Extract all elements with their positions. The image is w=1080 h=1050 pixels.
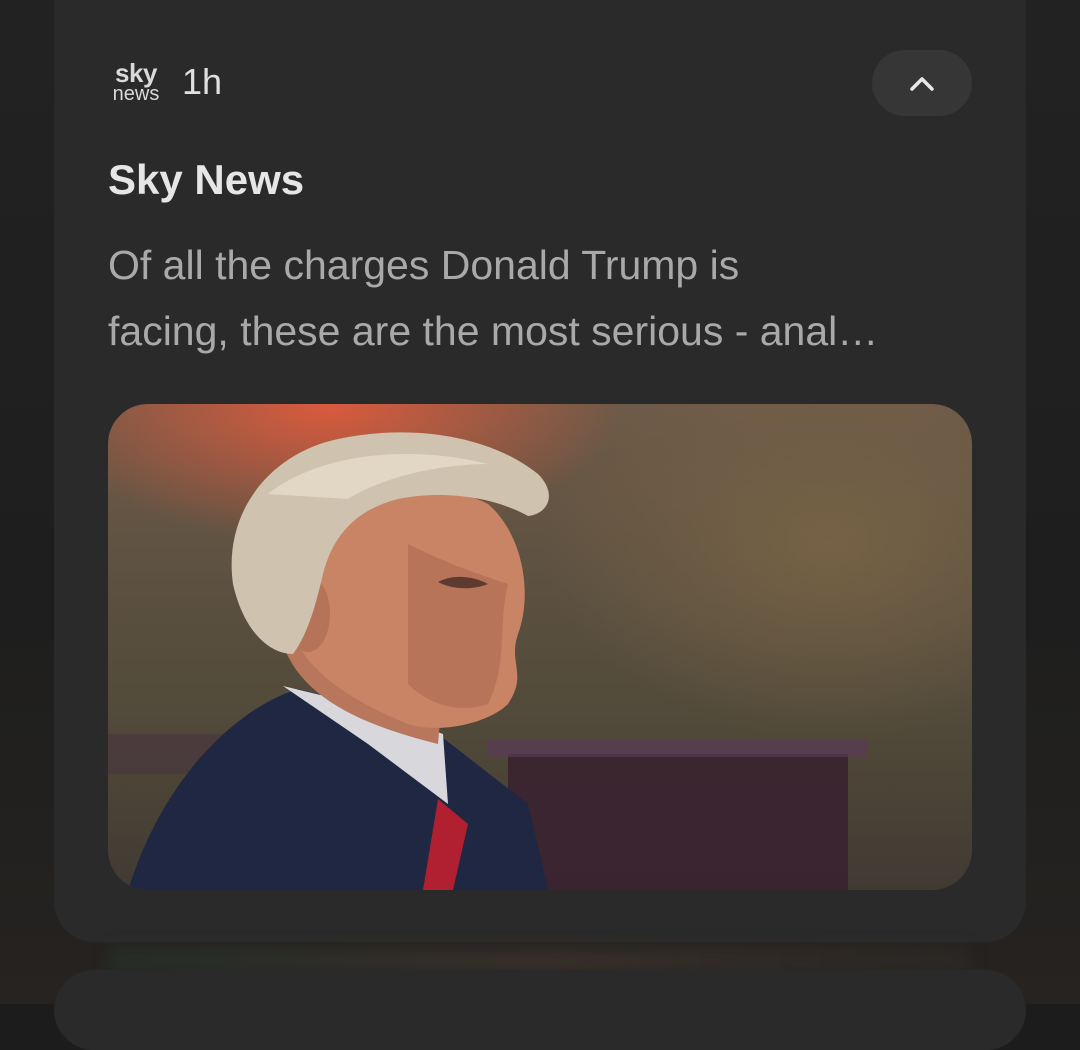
chevron-up-icon [910,77,934,91]
next-notification-card[interactable] [54,970,1026,1050]
news-photo[interactable] [108,404,972,890]
photo-illustration [108,432,868,890]
body-line-1: Of all the charges Donald Trump is [108,242,740,288]
logo-news-text: news [112,83,160,105]
sky-news-logo: sky news [108,55,164,109]
notification-header: sky news 1h [108,52,222,112]
notification-body: Of all the charges Donald Trump is facin… [108,232,978,364]
collapse-button[interactable] [872,50,972,116]
time-ago: 1h [182,61,223,102]
body-line-2: facing, these are the most serious - ana… [108,308,879,354]
notification-title: Sky News [108,156,305,203]
